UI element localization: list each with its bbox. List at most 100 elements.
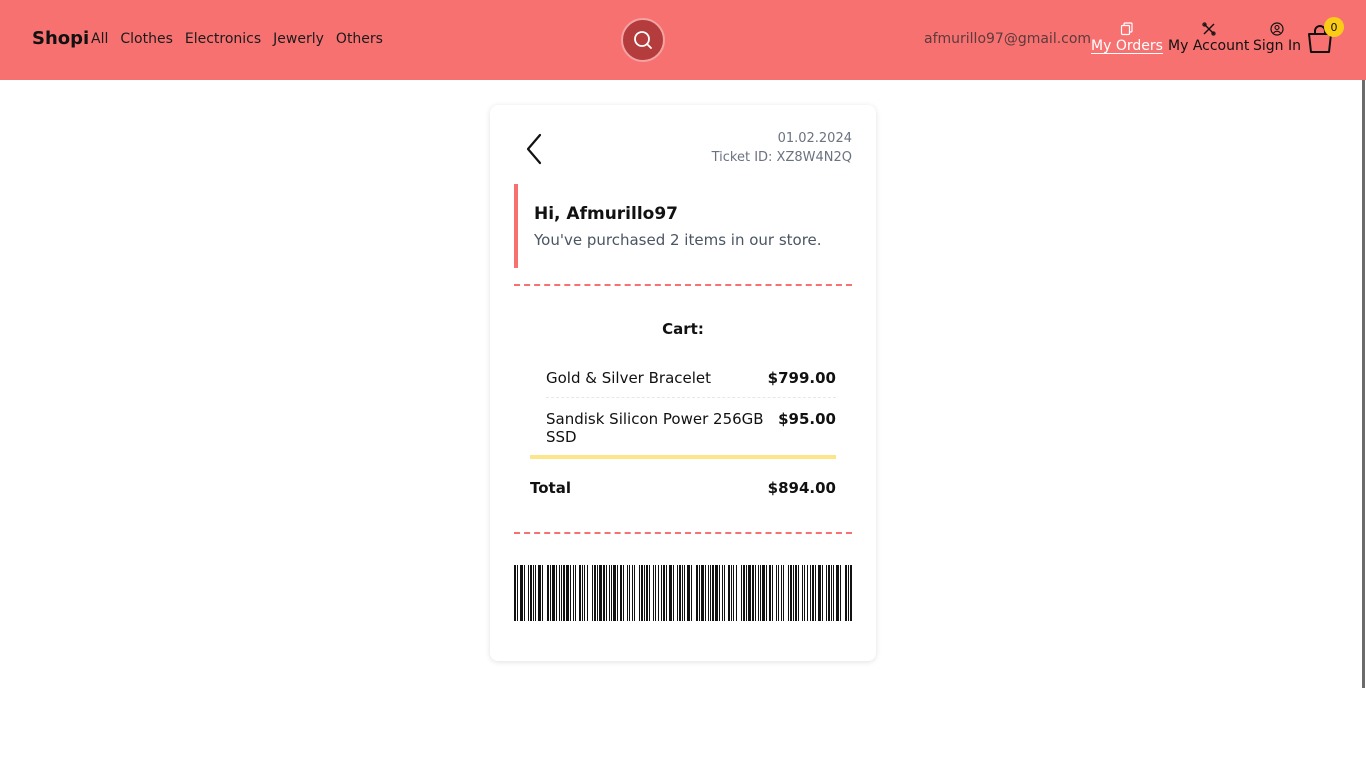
barcode-bar xyxy=(669,565,672,621)
nav-link-jewerly[interactable]: Jewerly xyxy=(273,31,324,47)
dashed-divider-bottom xyxy=(514,532,852,534)
barcode-bar xyxy=(570,565,571,621)
barcode-bar xyxy=(573,565,574,621)
barcode-bar xyxy=(514,565,516,621)
nav-my-account-label: My Account xyxy=(1168,38,1250,54)
cart-item-price: $799.00 xyxy=(767,369,836,387)
cart-item-name: Sandisk Silicon Power 256GB SSD xyxy=(546,410,764,446)
item-divider xyxy=(546,397,836,398)
barcode-bar xyxy=(533,565,534,621)
barcode-bar xyxy=(815,565,816,621)
barcode-bar xyxy=(708,565,709,621)
barcode-bar xyxy=(848,565,849,621)
cart-item-price: $95.00 xyxy=(778,410,836,428)
search-button[interactable] xyxy=(621,18,665,62)
barcode-bar xyxy=(766,565,767,621)
barcode-bar xyxy=(845,565,847,621)
barcode-bar xyxy=(783,565,784,621)
barcode-bar xyxy=(611,565,612,621)
barcode-bar xyxy=(743,565,745,621)
nav-sign-in[interactable]: Sign In xyxy=(1253,22,1301,54)
page-scrollbar[interactable] xyxy=(1362,80,1365,688)
barcode-bar xyxy=(594,565,596,621)
barcode-bar xyxy=(634,565,635,621)
barcode-bar xyxy=(807,565,808,621)
barcode-bar xyxy=(661,565,662,621)
barcode-bar xyxy=(836,565,839,621)
barcode-bar xyxy=(666,565,667,621)
barcode-bar xyxy=(556,565,557,621)
barcode-bar xyxy=(644,565,645,621)
barcode-bar xyxy=(755,565,756,621)
barcode-bar xyxy=(639,565,640,621)
barcode-bar xyxy=(575,565,576,621)
barcode-bar xyxy=(677,565,678,621)
ticket-id: Ticket ID: XZ8W4N2Q xyxy=(711,150,852,165)
barcode-bar xyxy=(724,565,725,621)
barcode-bar xyxy=(772,565,773,621)
greeting-summary: You've purchased 2 items in our store. xyxy=(534,231,822,249)
nav-my-account[interactable]: My Account xyxy=(1168,22,1249,54)
barcode-bar xyxy=(712,565,714,621)
order-date: 01.02.2024 xyxy=(777,131,852,146)
barcode-bar xyxy=(788,565,789,621)
barcode-bar xyxy=(798,565,799,621)
barcode-bar xyxy=(649,565,650,621)
barcode-bar xyxy=(538,565,541,621)
nav-link-clothes[interactable]: Clothes xyxy=(120,31,173,47)
barcode-bar xyxy=(620,565,622,621)
back-button[interactable] xyxy=(522,133,546,165)
barcode-bar xyxy=(696,565,698,621)
nav-sign-in-label: Sign In xyxy=(1253,38,1301,54)
barcode-bar xyxy=(582,565,583,621)
user-email: afmurillo97@gmail.com xyxy=(924,31,1092,47)
navbar: Shopi All Clothes Electronics Jewerly Ot… xyxy=(0,0,1366,80)
barcode-bar xyxy=(831,565,832,621)
nav-link-electronics[interactable]: Electronics xyxy=(185,31,261,47)
barcode-bar xyxy=(746,565,747,621)
barcode-bar xyxy=(613,565,616,621)
barcode-bar xyxy=(646,565,648,621)
cart-item: Sandisk Silicon Power 256GB SSD $95.00 xyxy=(546,410,836,446)
cart-item: Gold & Silver Bracelet $799.00 xyxy=(546,369,836,387)
barcode-bar xyxy=(597,565,598,621)
barcode-bar xyxy=(722,565,723,621)
barcode-bar xyxy=(587,565,588,621)
barcode-bar xyxy=(741,565,742,621)
barcode-bar xyxy=(769,565,771,621)
barcode-bar xyxy=(609,565,610,621)
barcode-bar xyxy=(802,565,803,621)
order-total: Total $894.00 xyxy=(530,479,836,497)
cart-title: Cart: xyxy=(662,320,704,338)
barcode-bar xyxy=(682,565,683,621)
cart-count-badge: 0 xyxy=(1324,17,1344,37)
nav-link-all[interactable]: All xyxy=(91,31,108,47)
barcode-bar xyxy=(705,565,706,621)
nav-my-orders[interactable]: My Orders xyxy=(1091,22,1163,54)
brand-logo[interactable]: Shopi xyxy=(32,28,89,49)
nav-link-others[interactable]: Others xyxy=(336,31,383,47)
barcode-bar xyxy=(719,565,720,621)
barcode-bar xyxy=(528,565,529,621)
barcode-bar xyxy=(641,565,643,621)
barcode-bar xyxy=(728,565,730,621)
barcode-bar xyxy=(535,565,536,621)
barcode-bar xyxy=(793,565,794,621)
barcode-bar xyxy=(850,565,852,621)
barcode-bar xyxy=(736,565,737,621)
search-icon xyxy=(634,31,652,49)
barcode-bar xyxy=(530,565,532,621)
order-ticket-card: 01.02.2024 Ticket ID: XZ8W4N2Q Hi, Afmur… xyxy=(490,105,876,661)
barcode-bar xyxy=(776,565,777,621)
barcode-bar xyxy=(684,565,685,621)
barcode-bar xyxy=(701,565,704,621)
barcode-bar xyxy=(561,565,562,621)
barcode-bar xyxy=(818,565,821,621)
barcode-bar xyxy=(658,565,659,621)
nav-my-orders-label: My Orders xyxy=(1091,38,1163,54)
barcode-bar xyxy=(826,565,827,621)
barcode-bar xyxy=(606,565,607,621)
barcode-bar xyxy=(584,565,585,621)
cart-item-name: Gold & Silver Bracelet xyxy=(546,369,712,387)
tools-icon xyxy=(1202,22,1216,36)
